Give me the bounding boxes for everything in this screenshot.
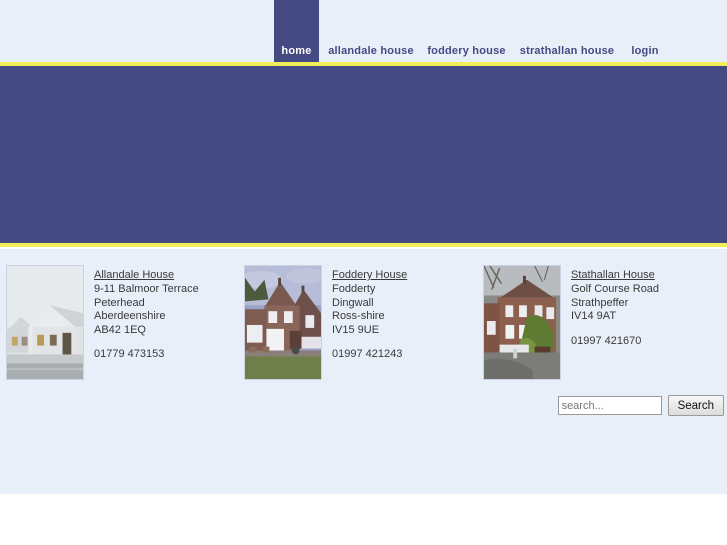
nav-item-foddery-house[interactable]: foddery house [427, 0, 505, 62]
address-line: Strathpeffer [571, 296, 629, 309]
banner-bottom-rule [0, 243, 727, 247]
address-line: AB42 1EQ [94, 323, 146, 336]
listing-details: Stathallan House Golf Course Road Strath… [571, 268, 721, 348]
listing-title-link[interactable]: Allandale House [94, 268, 244, 282]
phone-number: 01997 421670 [571, 334, 642, 347]
search-input[interactable] [557, 396, 662, 415]
main-navigation: home allandale house foddery house strat… [0, 0, 727, 62]
listing-item: Allandale House 9-11 Balmoor Terrace Pet… [6, 265, 236, 390]
listing-details: Allandale House 9-11 Balmoor Terrace Pet… [94, 268, 244, 362]
nav-item-home[interactable]: home [274, 0, 319, 62]
main-content: Allandale House 9-11 Balmoor Terrace Pet… [0, 249, 727, 494]
site-header: home allandale house foddery house strat… [0, 0, 727, 62]
address-line: Golf Course Road [571, 283, 660, 295]
address-line: Ross-shire [332, 310, 385, 323]
nav-item-allandale-house[interactable]: allandale house [328, 0, 413, 62]
phone-number: 01997 421243 [332, 348, 403, 361]
page-root: home allandale house foddery house strat… [0, 0, 727, 545]
address-line: Peterhead [94, 296, 145, 309]
banner-region [0, 62, 727, 249]
phone-number: 01779 473153 [94, 348, 165, 361]
listing-item: Stathallan House Golf Course Road Strath… [483, 265, 723, 390]
address-line: Dingwall [332, 296, 374, 309]
nav-item-strathallan-house[interactable]: strathallan house [520, 0, 614, 62]
address-line: IV14 9AT [571, 310, 617, 323]
listing-title-link[interactable]: Stathallan House [571, 268, 721, 282]
foddery-house-photo [244, 265, 322, 380]
property-listings: Allandale House 9-11 Balmoor Terrace Pet… [0, 265, 727, 390]
address-line: Fodderty [332, 283, 376, 295]
listing-item: Foddery House Fodderty Dingwall Ross-shi… [244, 265, 474, 390]
address-line: 9-11 Balmoor Terrace [94, 283, 199, 295]
allandale-house-photo [6, 265, 84, 380]
listing-title-link[interactable]: Foddery House [332, 268, 482, 282]
listing-details: Foddery House Fodderty Dingwall Ross-shi… [332, 268, 482, 362]
search-area: Search [557, 395, 724, 416]
stathallan-house-photo [483, 265, 561, 380]
nav-item-login[interactable]: login [631, 0, 659, 62]
banner-panel [0, 66, 727, 243]
address-line: Aberdeenshire [94, 310, 166, 323]
address-line: IV15 9UE [332, 323, 380, 336]
search-button[interactable]: Search [667, 395, 724, 416]
